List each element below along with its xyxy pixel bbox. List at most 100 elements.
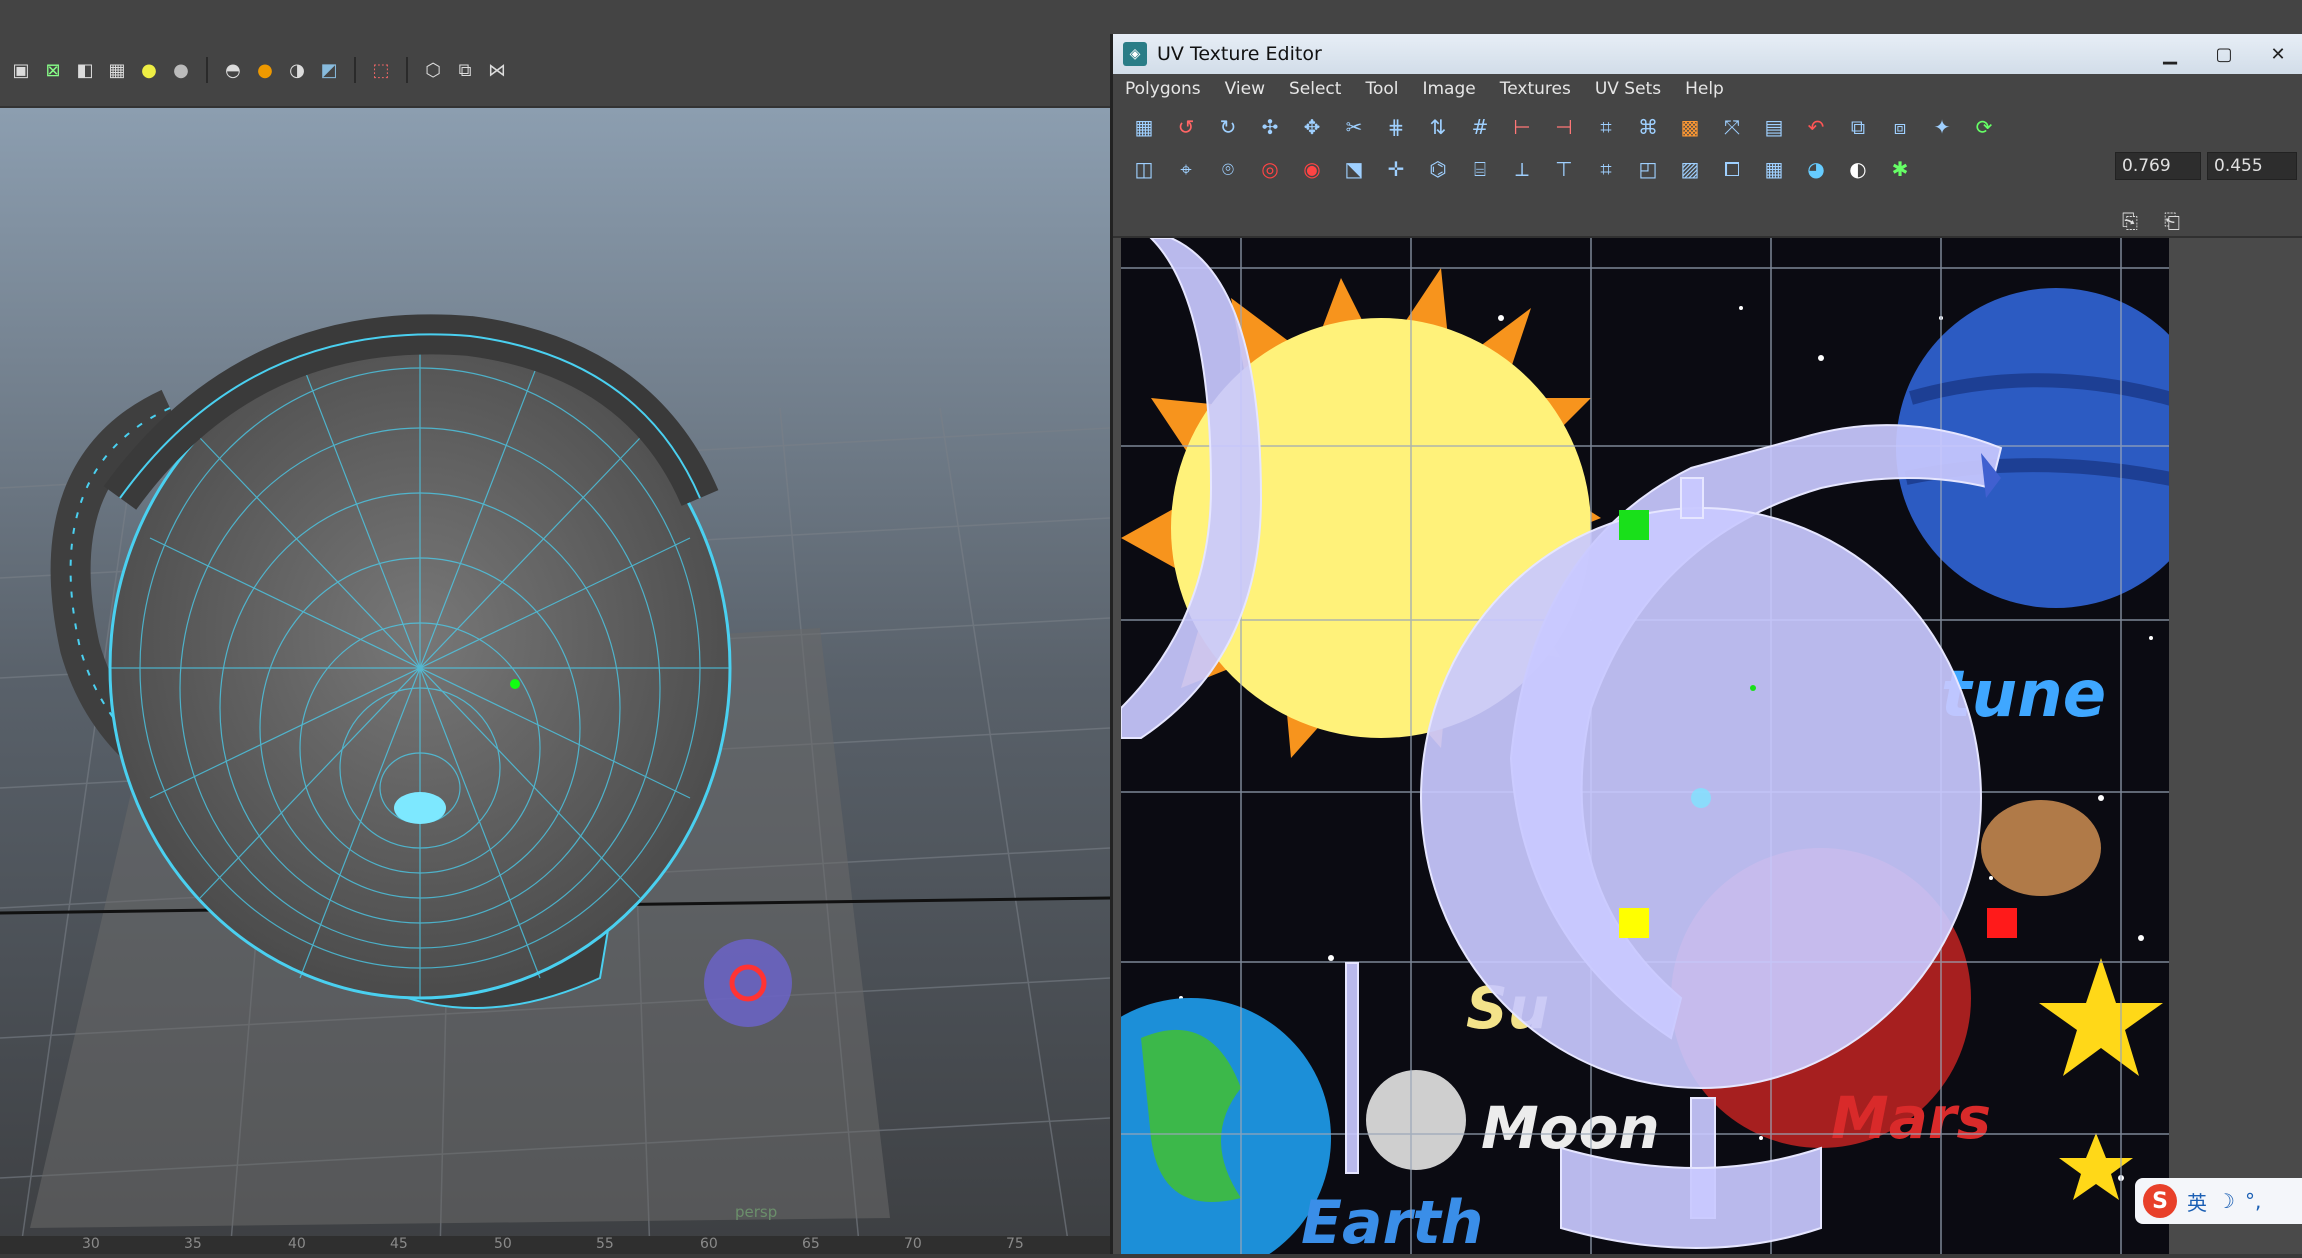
uv-align-left-icon[interactable]: ⊢ <box>1505 110 1539 144</box>
sphere-icon[interactable]: ● <box>170 59 192 81</box>
uv-canvas[interactable]: tune Mars Earth Moon Su <box>1121 238 2169 1254</box>
toolbar-separator <box>406 57 408 83</box>
uv-sew-icon[interactable]: ⋕ <box>1379 110 1413 144</box>
uv-rgb-channel-icon[interactable]: ◕ <box>1799 152 1833 186</box>
uv-pin-icon[interactable]: ⌾ <box>1211 152 1245 186</box>
uv-move-alt-icon[interactable]: ✥ <box>1295 110 1329 144</box>
checker-icon[interactable]: ▦ <box>106 59 128 81</box>
selected-uv-red[interactable] <box>1987 908 2017 938</box>
u-coordinate-field[interactable]: 0.769 <box>2115 152 2201 180</box>
uv-pivot <box>1691 788 1711 808</box>
uv-rotate-left-icon[interactable]: ↺ <box>1169 110 1203 144</box>
moon-texture <box>1366 1070 1466 1170</box>
uv-move-icon[interactable]: ✣ <box>1253 110 1287 144</box>
uv-side-panel <box>2169 238 2302 1254</box>
uv-toolbar-row-2: ◫ ⌖ ⌾ ◎ ◉ ⬔ ✛ ⌬ ⌸ ⟂ ⊤ ⌗ ◰ ▨ ⧠ ▦ ◕ ◐ ✱ <box>1127 152 1917 186</box>
menu-image[interactable]: Image <box>1410 79 1487 99</box>
menu-uv-sets[interactable]: UV Sets <box>1583 79 1673 99</box>
ruler-tick: 30 <box>82 1236 100 1252</box>
uv-isolate-icon[interactable]: ⧠ <box>1715 152 1749 186</box>
viewport-toolbar: ▣ ⊠ ◧ ▦ ● ● ◓ ● ◑ ◩ ⬚ ⬡ ⧉ ⋈ <box>0 34 1110 108</box>
punctuation-icon[interactable]: °, <box>2245 1189 2261 1213</box>
graph-icon[interactable]: ⋈ <box>486 59 508 81</box>
uv-undo-icon[interactable]: ↶ <box>1799 110 1833 144</box>
ime-toolbar[interactable]: S 英 ☽ °, <box>2135 1178 2302 1224</box>
cube-icon[interactable]: ▣ <box>10 59 32 81</box>
uv-select-border-icon[interactable]: ◉ <box>1295 152 1329 186</box>
uv-align-right-icon[interactable]: ⊣ <box>1547 110 1581 144</box>
uv-rotate-right-icon[interactable]: ↻ <box>1211 110 1245 144</box>
maximize-button[interactable]: ▢ <box>2200 34 2248 74</box>
uv-cylindrical-map-icon[interactable]: ◫ <box>1127 152 1161 186</box>
uv-texture-filter-icon[interactable]: ✦ <box>1925 110 1959 144</box>
uv-select-shell-icon[interactable]: ◎ <box>1253 152 1287 186</box>
camera-icon[interactable]: ◓ <box>222 59 244 81</box>
ruler-tick: 50 <box>494 1236 512 1252</box>
uv-flip-icon[interactable]: ⇅ <box>1421 110 1455 144</box>
menu-polygons[interactable]: Polygons <box>1113 79 1213 99</box>
menu-help[interactable]: Help <box>1673 79 1736 99</box>
contrast-icon[interactable]: ◑ <box>286 59 308 81</box>
uv-shell-border-icon[interactable]: ⌗ <box>1589 152 1623 186</box>
app-top-strip <box>0 0 2302 36</box>
timeline-ruler[interactable]: 30 35 40 45 50 55 60 65 70 75 <box>0 1236 1110 1254</box>
uv-grid-snap-icon[interactable]: # <box>1463 110 1497 144</box>
menu-textures[interactable]: Textures <box>1488 79 1583 99</box>
uv-toolbar-row-1: ▦ ↺ ↻ ✣ ✥ ✂ ⋕ ⇅ # ⊢ ⊣ ⌗ ⌘ ▩ ⤧ ▤ ↶ ⧉ ⧈ ✦ … <box>1127 110 2001 144</box>
uv-cut-icon[interactable]: ✂ <box>1337 110 1371 144</box>
copy-uvs-icon[interactable]: ⎘ <box>2113 204 2147 238</box>
close-button[interactable]: ✕ <box>2254 34 2302 74</box>
uv-smudge-icon[interactable]: ⌖ <box>1169 152 1203 186</box>
uv-texture-canvas: tune Mars Earth Moon Su <box>1121 238 2169 1254</box>
uv-distribute-icon[interactable]: ⊤ <box>1547 152 1581 186</box>
uv-copy-shell-icon[interactable]: ⧉ <box>1841 110 1875 144</box>
uv-checker-icon[interactable]: ▦ <box>1757 152 1791 186</box>
light-icon[interactable]: ● <box>138 59 160 81</box>
uv-straighten-icon[interactable]: ⟂ <box>1505 152 1539 186</box>
texture-icon[interactable]: ◩ <box>318 59 340 81</box>
uv-image-display-icon[interactable]: ▩ <box>1673 110 1707 144</box>
v-coordinate-field[interactable]: 0.455 <box>2207 152 2297 180</box>
manipulator-handle[interactable] <box>704 939 792 1027</box>
uv-grid-toggle-icon[interactable]: ▤ <box>1757 110 1791 144</box>
uv-layout-icon[interactable]: ⌗ <box>1589 110 1623 144</box>
selected-uv-yellow[interactable] <box>1619 908 1649 938</box>
menu-select[interactable]: Select <box>1277 79 1353 99</box>
uv-pro-icon[interactable]: ⟳ <box>1967 110 2001 144</box>
paste-uvs-icon[interactable]: ⎗ <box>2155 204 2189 238</box>
uv-paste-shell-icon[interactable]: ⧈ <box>1883 110 1917 144</box>
uv-merge-icon[interactable]: ⌸ <box>1463 152 1497 186</box>
uv-normalize-icon[interactable]: ⬔ <box>1337 152 1371 186</box>
selected-uv-green[interactable] <box>1619 510 1649 540</box>
frame-icon[interactable]: ⧉ <box>454 59 476 81</box>
select-icon[interactable]: ⬚ <box>370 59 392 81</box>
uv-title-bar[interactable]: ◈ UV Texture Editor ▁ ▢ ✕ <box>1113 34 2302 74</box>
uv-toolbar: ▦ ↺ ↻ ✣ ✥ ✂ ⋕ ⇅ # ⊢ ⊣ ⌗ ⌘ ▩ ⤧ ▤ ↶ ⧉ ⧈ ✦ … <box>1113 104 2302 238</box>
ruler-tick: 35 <box>184 1236 202 1252</box>
window-title: UV Texture Editor <box>1157 43 1322 65</box>
perspective-viewport[interactable] <box>0 108 1111 1255</box>
uv-copy-paste-row: ⎘ ⎗ <box>2113 204 2189 238</box>
isolate-icon[interactable]: ⬡ <box>422 59 444 81</box>
pivot-point <box>510 679 520 689</box>
uv-unfold-icon[interactable]: ⌘ <box>1631 110 1665 144</box>
menu-view[interactable]: View <box>1213 79 1277 99</box>
uv-move-uv-icon[interactable]: ✛ <box>1379 152 1413 186</box>
ime-language-toggle[interactable]: 英 <box>2187 1187 2207 1216</box>
uv-stitch-icon[interactable]: ⌬ <box>1421 152 1455 186</box>
material-icon[interactable]: ● <box>254 59 276 81</box>
uv-planar-map-icon[interactable]: ▦ <box>1127 110 1161 144</box>
wireframe-icon[interactable]: ⊠ <box>42 59 64 81</box>
uv-alpha-channel-icon[interactable]: ◐ <box>1841 152 1875 186</box>
shaded-cube-icon[interactable]: ◧ <box>74 59 96 81</box>
ruler-tick: 70 <box>904 1236 922 1252</box>
moon-icon[interactable]: ☽ <box>2217 1189 2235 1213</box>
camera-label: persp <box>735 1203 778 1221</box>
minimize-button[interactable]: ▁ <box>2146 34 2194 74</box>
uv-texture-borders-icon[interactable]: ✱ <box>1883 152 1917 186</box>
uv-toggle-shaded-icon[interactable]: ◰ <box>1631 152 1665 186</box>
uv-dim-image-icon[interactable]: ▨ <box>1673 152 1707 186</box>
uv-snapshot-icon[interactable]: ⤧ <box>1715 110 1749 144</box>
menu-tool[interactable]: Tool <box>1353 79 1410 99</box>
toolbar-separator <box>354 57 356 83</box>
